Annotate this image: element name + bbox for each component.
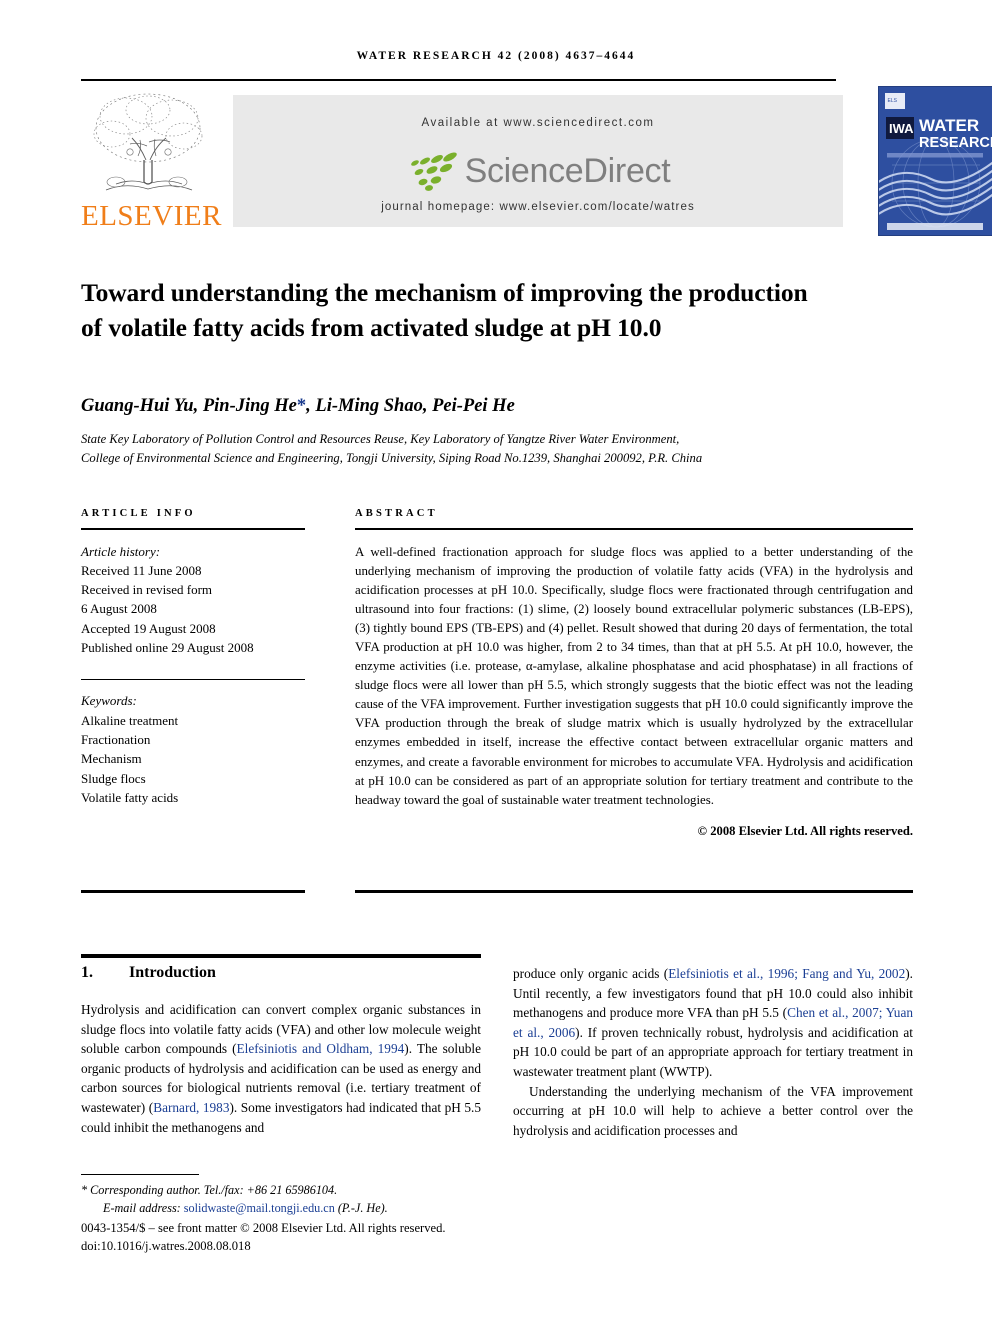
citation-link[interactable]: Elefsiniotis and Oldham, 1994	[237, 1041, 405, 1056]
running-head: Water Research 42 (2008) 4637–4644	[356, 50, 636, 62]
history-item: Received 11 June 2008	[81, 562, 202, 578]
svg-text:IWA: IWA	[889, 121, 914, 136]
svg-text:RESEARCH: RESEARCH	[919, 135, 992, 151]
page-title: Toward understanding the mechanism of im…	[81, 278, 808, 343]
journal-cover-thumbnail: ELS IWA WATER RESEARCH	[878, 86, 992, 236]
article-history-label: Article history:	[81, 543, 161, 559]
email-suffix: (P.-J. He).	[337, 1200, 388, 1215]
history-item: 6 August 2008	[81, 601, 157, 617]
journal-homepage-text: journal homepage: www.elsevier.com/locat…	[381, 201, 695, 213]
article-info-bottom-rule	[81, 890, 305, 893]
history-item: Accepted 19 August 2008	[81, 620, 216, 636]
doi-line: doi:10.1016/j.watres.2008.08.018	[81, 1238, 251, 1253]
abstract-bottom-rule	[355, 890, 913, 893]
sciencedirect-wordmark: ScienceDirect	[464, 151, 671, 190]
article-info-column: Article info Article history: Received 1…	[81, 508, 305, 807]
footnote-rule	[81, 1174, 199, 1176]
abstract-rule	[355, 528, 913, 530]
header-rule	[81, 79, 836, 81]
sciencedirect-banner: Available at www.sciencedirect.com Scien…	[233, 95, 843, 227]
keywords-label: Keywords:	[81, 693, 137, 709]
body-column-left: Hydrolysis and acidification can convert…	[81, 1000, 481, 1137]
available-at-text: Available at www.sciencedirect.com	[421, 117, 655, 129]
author-names-main: Guang-Hui Yu, Pin-Jing He	[81, 396, 297, 416]
body-column-right: produce only organic acids (Elefsiniotis…	[513, 964, 913, 1140]
affiliation-line-2: College of Environmental Science and Eng…	[81, 450, 703, 465]
intro-paragraph-2: Understanding the underlying mechanism o…	[513, 1083, 913, 1138]
keyword-item: Mechanism	[81, 751, 142, 767]
elsevier-logo: ELSEVIER	[81, 84, 222, 236]
affiliation-line-1: State Key Laboratory of Pollution Contro…	[81, 432, 680, 446]
abstract-text: A well-defined fractionation approach fo…	[355, 544, 913, 807]
corresponding-author-note: * Corresponding author. Tel./fax: +86 21…	[81, 1183, 338, 1197]
affiliation: State Key Laboratory of Pollution Contro…	[81, 430, 871, 467]
svg-text:ELS: ELS	[888, 98, 898, 104]
elsevier-tree-icon	[86, 86, 211, 202]
svg-text:WATER: WATER	[919, 116, 979, 135]
abstract-heading: Abstract	[355, 508, 438, 519]
copyright-notice: © 2008 Elsevier Ltd. All rights reserved…	[697, 823, 913, 838]
corresponding-author-marker: *	[296, 396, 307, 416]
citation-link[interactable]: Barnard, 1983	[153, 1100, 229, 1115]
keyword-item: Fractionation	[81, 732, 151, 748]
keyword-item: Volatile fatty acids	[81, 789, 179, 805]
keyword-item: Sludge flocs	[81, 770, 146, 786]
email-note: E-mail address: solidwaste@mail.tongji.e…	[81, 1200, 541, 1218]
email-label: E-mail address:	[103, 1200, 181, 1215]
intro-paragraph-continued: produce only organic acids (Elefsiniotis…	[513, 964, 913, 1082]
section-title: Introduction	[129, 964, 216, 981]
introduction-heading: 1. Introduction	[81, 964, 481, 982]
introduction-top-rule	[81, 954, 481, 958]
article-page: Water Research 42 (2008) 4637–4644	[0, 0, 992, 1323]
footnote-block: * Corresponding author. Tel./fax: +86 21…	[81, 1182, 541, 1255]
abstract-column: Abstract A well-defined fractionation ap…	[355, 508, 913, 839]
article-info-heading: Article info	[81, 508, 196, 519]
sciencedirect-leaf-icon	[410, 152, 457, 191]
author-list: Guang-Hui Yu, Pin-Jing He*, Li-Ming Shao…	[81, 396, 841, 417]
sciencedirect-logo: ScienceDirect	[233, 147, 843, 195]
history-item: Received in revised form	[81, 582, 213, 598]
keywords-rule	[81, 679, 305, 681]
section-number: 1.	[81, 964, 93, 981]
article-history: Article history: Received 11 June 2008 R…	[81, 542, 305, 658]
email-link[interactable]: solidwaste@mail.tongji.edu.cn	[184, 1201, 335, 1215]
masthead: ELSEVIER Available at www.sciencedirect.…	[81, 84, 992, 236]
author-names-rest: , Li-Ming Shao, Pei-Pei He	[306, 396, 515, 416]
citation-link[interactable]: Elefsiniotis et al., 1996; Fang and Yu, …	[668, 966, 905, 981]
issn-line: 0043-1354/$ – see front matter © 2008 El…	[81, 1221, 446, 1236]
history-item: Published online 29 August 2008	[81, 639, 254, 655]
article-info-rule	[81, 528, 305, 530]
elsevier-wordmark: ELSEVIER	[81, 200, 222, 232]
keyword-item: Alkaline treatment	[81, 712, 179, 728]
keywords-list: Keywords: Alkaline treatment Fractionati…	[81, 691, 305, 807]
intro-text-segment: produce only organic acids (	[513, 966, 669, 981]
